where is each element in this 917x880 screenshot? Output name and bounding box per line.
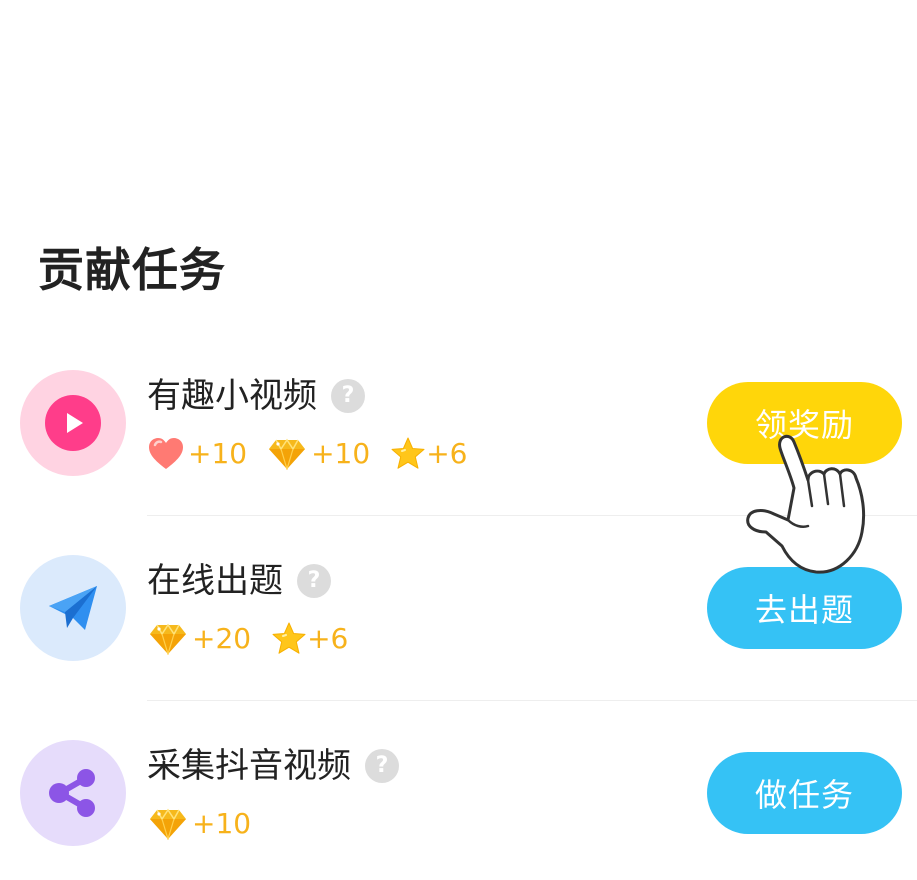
- reward-diamond: +10: [267, 436, 370, 472]
- reward-heart: +10: [148, 436, 247, 472]
- do-task-button[interactable]: 做任务: [707, 752, 902, 834]
- star-icon: [391, 437, 425, 469]
- reward-value: +10: [188, 437, 248, 470]
- reward-star: +6: [271, 621, 348, 657]
- reward-value: +6: [426, 437, 468, 470]
- heart-icon: [149, 438, 183, 469]
- star-icon: [272, 622, 306, 654]
- play-icon: [45, 395, 101, 451]
- reward-diamond: +10: [148, 806, 251, 842]
- task-name: 有趣小视频 ?: [147, 374, 365, 418]
- help-icon[interactable]: ?: [297, 564, 331, 598]
- task-item-collect-douyin: 采集抖音视频 ? +10 做任务: [0, 740, 917, 880]
- paper-plane-icon: [49, 586, 97, 630]
- task-icon-circle: [20, 370, 126, 476]
- reward-star: +6: [390, 436, 467, 472]
- task-name: 采集抖音视频 ?: [147, 744, 399, 788]
- section-title: 贡献任务: [38, 243, 226, 297]
- task-rewards: +10 +10 +6: [148, 436, 487, 472]
- task-name: 在线出题 ?: [147, 559, 331, 603]
- task-rewards: +10: [148, 806, 271, 842]
- task-icon-circle: [20, 555, 126, 661]
- task-name-text: 采集抖音视频: [147, 746, 351, 786]
- reward-value: +10: [192, 807, 252, 840]
- task-icon-circle: [20, 740, 126, 846]
- share-icon: [49, 769, 95, 817]
- reward-value: +10: [311, 437, 371, 470]
- reward-value: +20: [192, 622, 252, 655]
- diamond-icon: [150, 623, 186, 655]
- diamond-icon: [269, 438, 306, 470]
- task-name-text: 在线出题: [147, 561, 283, 601]
- task-rewards: +20 +6: [148, 621, 368, 657]
- help-icon[interactable]: ?: [331, 379, 365, 413]
- reward-diamond: +20: [148, 621, 251, 657]
- divider: [147, 700, 917, 701]
- pointing-hand-icon: [746, 434, 866, 574]
- diamond-icon: [150, 808, 186, 840]
- task-name-text: 有趣小视频: [147, 376, 317, 416]
- reward-value: +6: [307, 622, 349, 655]
- help-icon[interactable]: ?: [365, 749, 399, 783]
